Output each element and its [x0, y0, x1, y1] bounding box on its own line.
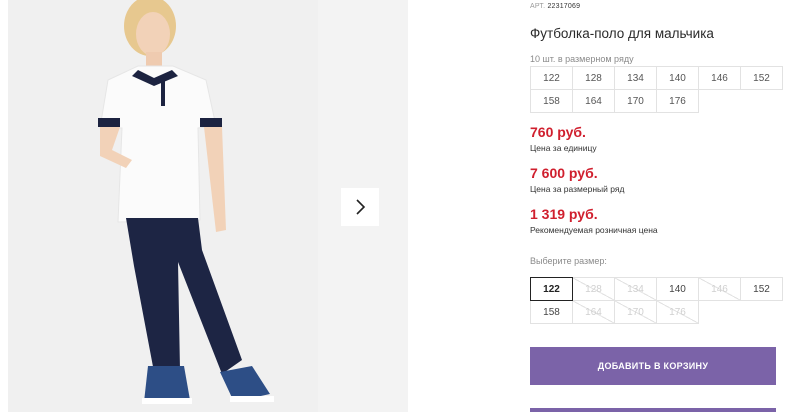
article-label: АРТ. [530, 3, 546, 10]
series-size: 128 [572, 66, 615, 90]
series-size: 152 [740, 66, 783, 90]
gallery-next-button[interactable] [341, 188, 379, 226]
series-size: 164 [572, 89, 615, 113]
series-size: 134 [614, 66, 657, 90]
size-option-152[interactable]: 152 [740, 277, 783, 301]
retail-price-note: Рекомендуемая розничная цена [530, 225, 658, 235]
size-option-140[interactable]: 140 [656, 277, 699, 301]
series-size-grid: 122 128 134 140 146 152 158 164 170 176 [530, 66, 783, 113]
series-size: 170 [614, 89, 657, 113]
chevron-right-icon [356, 199, 366, 215]
size-option-146: 146 [698, 277, 741, 301]
secondary-action-button[interactable] [530, 408, 776, 412]
size-option-164: 164 [572, 300, 615, 324]
size-option-170: 170 [614, 300, 657, 324]
size-selector: 122 128 134 140 146 152 158 164 170 176 [530, 277, 783, 324]
unit-price-note: Цена за единицу [530, 143, 597, 153]
boy-in-polo-photo [8, 0, 318, 412]
series-size: 146 [698, 66, 741, 90]
product-title: Футболка-поло для мальчика [530, 26, 714, 41]
series-size: 140 [656, 66, 699, 90]
size-option-158[interactable]: 158 [530, 300, 573, 324]
size-option-134: 134 [614, 277, 657, 301]
unit-price: 760 руб. [530, 124, 586, 140]
series-size: 122 [530, 66, 573, 90]
series-price-note: Цена за размерный ряд [530, 184, 625, 194]
size-option-128: 128 [572, 277, 615, 301]
size-option-122[interactable]: 122 [530, 277, 573, 301]
choose-size-label: Выберите размер: [530, 256, 607, 266]
series-caption: 10 шт. в размерном ряду [530, 54, 634, 64]
product-photo [8, 0, 318, 412]
size-option-176: 176 [656, 300, 699, 324]
series-price: 7 600 руб. [530, 165, 598, 181]
series-size: 158 [530, 89, 573, 113]
retail-price: 1 319 руб. [530, 206, 598, 222]
article-value: 22317069 [547, 3, 581, 10]
article-number: АРТ. 22317069 [530, 3, 580, 10]
add-to-cart-button[interactable]: ДОБАВИТЬ В КОРЗИНУ [530, 347, 776, 385]
series-size: 176 [656, 89, 699, 113]
